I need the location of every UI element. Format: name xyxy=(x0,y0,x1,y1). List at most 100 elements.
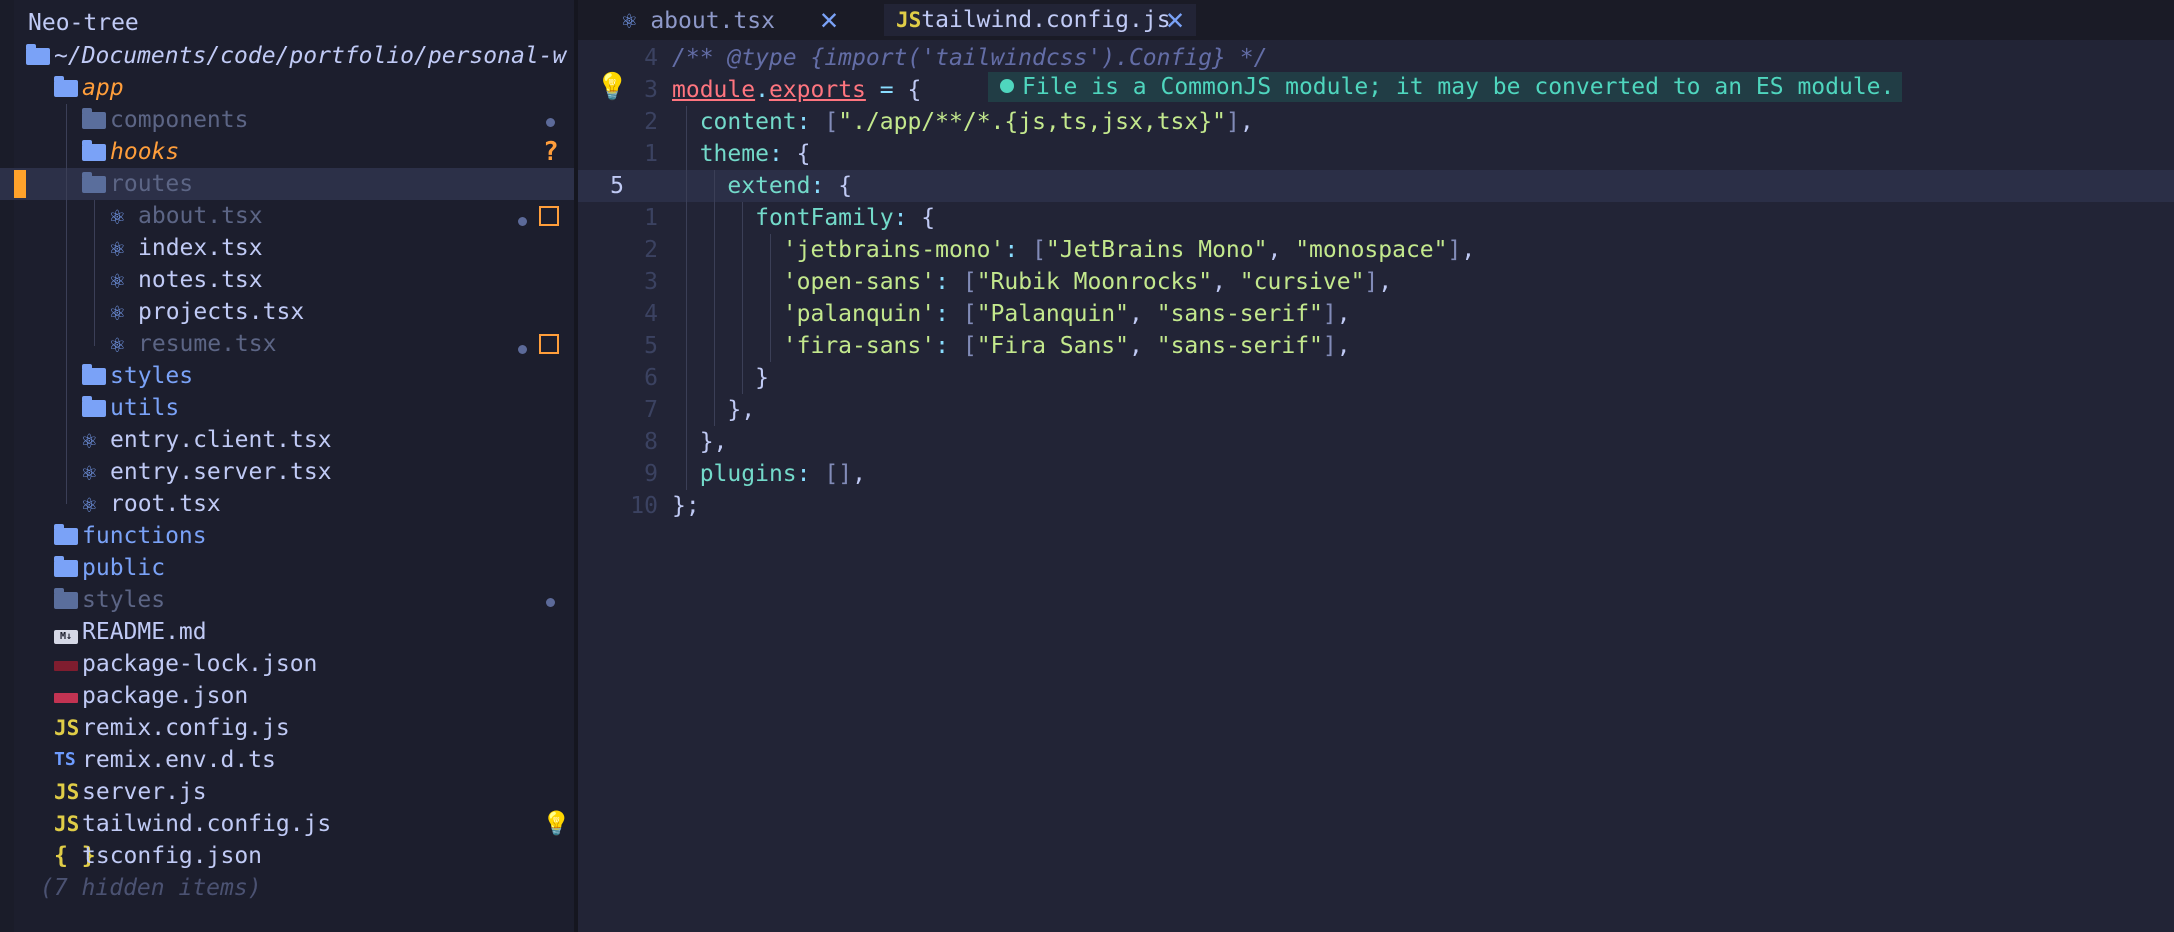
tree-item[interactable]: hooks? xyxy=(0,136,574,168)
tree-item[interactable]: JS tailwind.config.js 💡 xyxy=(0,808,574,840)
code-text: 'fira-sans': ["Fira Sans", "sans-serif"]… xyxy=(672,330,1351,362)
code-line[interactable]: 9 plugins: [], xyxy=(578,458,2174,490)
tree-item[interactable]: ⚛ about.tsx xyxy=(0,200,574,232)
code-token: : xyxy=(810,173,825,199)
code-line[interactable]: 4 'palanquin': ["Palanquin", "sans-serif… xyxy=(578,298,2174,330)
tab-bar: ⚛ about.tsx ✕ JStailwind.config.js ✕ xyxy=(578,0,2174,40)
modified-dot-icon xyxy=(546,104,555,136)
tree-item-label: functions xyxy=(82,523,207,549)
code-token: . xyxy=(755,77,769,103)
tree-item[interactable]: styles xyxy=(0,360,574,392)
tree-item-label: routes xyxy=(110,171,194,197)
react-icon: ⚛ xyxy=(82,458,97,486)
code-token: [ xyxy=(962,269,977,295)
lightbulb-icon[interactable]: 💡 xyxy=(596,72,628,102)
tree-item-label: remix.env.d.ts xyxy=(82,747,276,773)
open-folder-icon xyxy=(26,40,52,72)
code-text: }, xyxy=(672,394,755,426)
tree-item[interactable]: JS server.js xyxy=(0,776,574,808)
tree-item-label: about.tsx xyxy=(138,203,263,229)
neo-tree-panel: Neo-tree ~/Documents/code/portfolio/pers… xyxy=(0,0,574,932)
tree-item[interactable]: functions xyxy=(0,520,574,552)
code-token: , xyxy=(1129,301,1157,327)
panel-title: Neo-tree xyxy=(28,10,139,36)
tree-item[interactable]: M↓ README.md xyxy=(0,616,574,648)
tree-item[interactable]: ⚛ root.tsx xyxy=(0,488,574,520)
code-line[interactable]: 2 content: ["./app/**/*.{js,ts,jsx,tsx}"… xyxy=(578,106,2174,138)
tree-item[interactable]: package.json xyxy=(0,680,574,712)
code-text: }, xyxy=(672,426,728,458)
code-line[interactable]: 3 'open-sans': ["Rubik Moonrocks", "curs… xyxy=(578,266,2174,298)
code-token: [ xyxy=(962,333,977,359)
code-line[interactable]: 5 'fira-sans': ["Fira Sans", "sans-serif… xyxy=(578,330,2174,362)
code-token: { xyxy=(907,205,936,231)
line-number: 7 xyxy=(644,397,658,423)
line-number: 9 xyxy=(644,461,658,487)
code-line[interactable]: 4 /** @type {import('tailwindcss').Config… xyxy=(578,42,2174,74)
hint-dot-icon xyxy=(1000,78,1014,93)
code-line[interactable]: 6 } xyxy=(578,362,2174,394)
tree-item[interactable]: (7 hidden items) xyxy=(0,872,574,904)
code-token: exports xyxy=(768,77,866,103)
code-token: "cursive" xyxy=(1239,269,1365,295)
tree-root[interactable]: ~/Documents/code/portfolio/personal-w xyxy=(0,40,574,72)
tree-item[interactable]: routes xyxy=(0,168,574,200)
tree-item[interactable]: JS remix.config.js xyxy=(0,712,574,744)
code-text: 'palanquin': ["Palanquin", "sans-serif"]… xyxy=(672,298,1351,330)
tree-item-label: tailwind.config.js xyxy=(82,811,332,837)
lightbulb-icon: 💡 xyxy=(542,811,571,837)
tree-item[interactable]: components xyxy=(0,104,574,136)
code-text: content: ["./app/**/*.{js,ts,jsx,tsx}"], xyxy=(672,106,1254,138)
code-line[interactable]: 5 extend: { xyxy=(578,170,2174,202)
code-token: "sans-serif" xyxy=(1156,301,1323,327)
tree-item[interactable]: ⚛ resume.tsx xyxy=(0,328,574,360)
tree-item[interactable]: TS remix.env.d.ts xyxy=(0,744,574,776)
code-text: }; xyxy=(672,490,700,522)
tree-item[interactable]: utils xyxy=(0,392,574,424)
code-line[interactable]: 10}; xyxy=(578,490,2174,522)
tree-item[interactable]: ⚛ projects.tsx xyxy=(0,296,574,328)
tree-item[interactable]: package-lock.json xyxy=(0,648,574,680)
code-token: "JetBrains Mono" xyxy=(1045,237,1268,263)
js-icon: JS xyxy=(54,780,80,804)
folder-icon xyxy=(82,136,108,168)
git-modified-icon xyxy=(518,328,559,360)
tab-tailwind-config[interactable]: JStailwind.config.js ✕ xyxy=(884,4,1196,36)
tree-item[interactable]: ⚛ entry.server.tsx xyxy=(0,456,574,488)
react-icon: ⚛ xyxy=(110,330,125,358)
tree-item[interactable]: styles xyxy=(0,584,574,616)
close-icon[interactable]: ✕ xyxy=(1166,4,1184,36)
react-icon: ⚛ xyxy=(82,426,97,454)
code-line[interactable]: 2 'jetbrains-mono': ["JetBrains Mono", "… xyxy=(578,234,2174,266)
line-number: 5 xyxy=(644,333,658,359)
tree-item[interactable]: { } tsconfig.json xyxy=(0,840,574,872)
git-modified-icon xyxy=(518,200,559,232)
tree-item[interactable]: ⚛ entry.client.tsx xyxy=(0,424,574,456)
code-token: fontFamily xyxy=(755,205,894,231)
code-line[interactable]: 1 fontFamily: { xyxy=(578,202,2174,234)
diagnostic-hint: File is a CommonJS module; it may be con… xyxy=(988,72,1903,102)
code-line[interactable]: 7 }, xyxy=(578,394,2174,426)
tree-item[interactable]: public xyxy=(0,552,574,584)
tree-item-label: server.js xyxy=(82,779,207,805)
tab-about-tsx[interactable]: ⚛ about.tsx ✕ xyxy=(622,4,838,36)
tree-item[interactable]: ⚛ index.tsx xyxy=(0,232,574,264)
line-number: 2 xyxy=(644,237,658,263)
tree-item-label: package.json xyxy=(82,683,249,709)
code-token: : xyxy=(796,461,811,487)
tree-item[interactable]: app xyxy=(0,72,574,104)
tree-item[interactable]: ⚛ notes.tsx xyxy=(0,264,574,296)
ts-icon: TS xyxy=(54,749,76,770)
close-icon[interactable]: ✕ xyxy=(820,4,838,36)
js-icon: JS xyxy=(54,812,80,836)
code-line[interactable]: 1 theme: { xyxy=(578,138,2174,170)
code-line[interactable]: 8 }, xyxy=(578,426,2174,458)
